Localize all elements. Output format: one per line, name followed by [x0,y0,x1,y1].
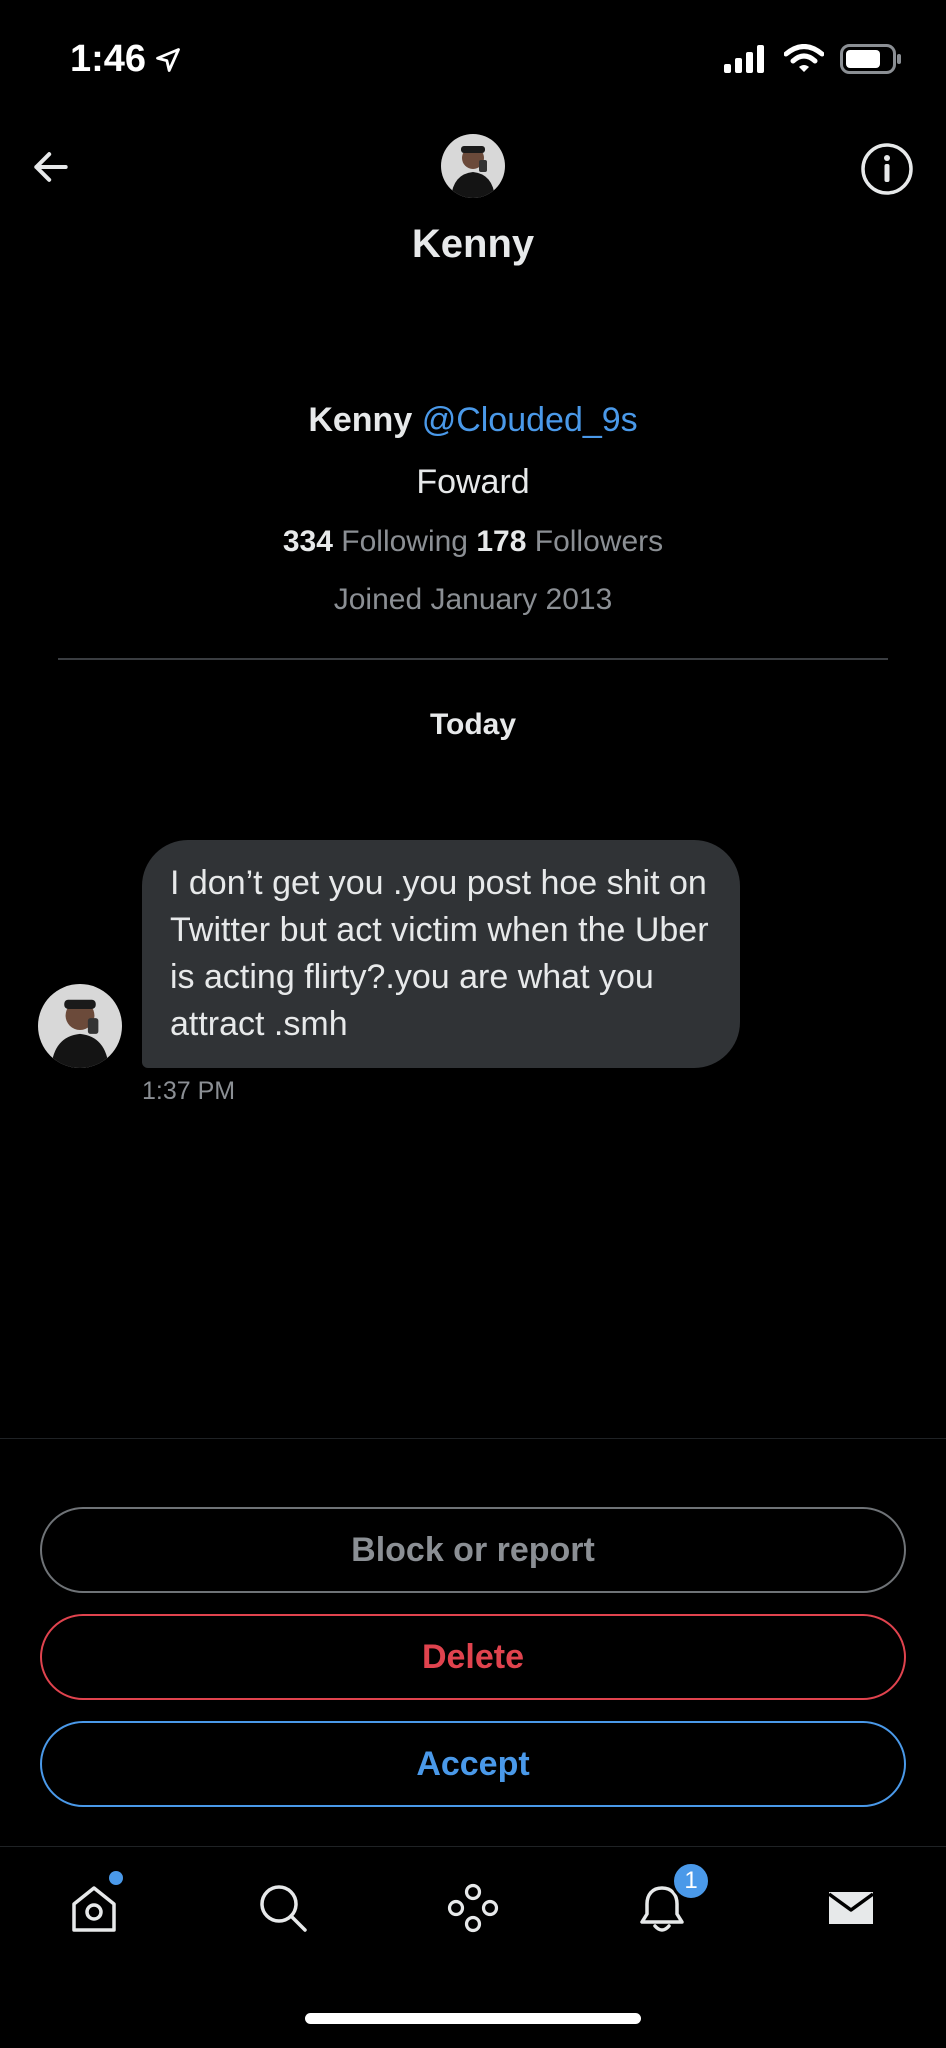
tab-messages[interactable] [816,1873,886,1943]
tab-search[interactable] [248,1873,318,1943]
tab-home[interactable] [59,1871,129,1943]
profile-joined-date: Joined January 2013 [333,583,613,616]
header-title: Kenny [411,222,535,266]
search-icon [260,1885,307,1932]
header-avatar[interactable] [441,134,505,198]
message-timestamp: 1:37 PM [142,1077,236,1105]
actions-divider [0,1438,946,1439]
home-indicator[interactable] [305,2013,641,2024]
cellular-signal-icon [724,45,764,73]
followers-count: 178 [476,525,527,558]
avatar-image [38,984,122,1068]
tab-notifications[interactable]: 1 [627,1861,711,1943]
profile-name: Kenny [308,401,413,439]
profile-handle-link[interactable]: @Clouded_9s [422,401,638,439]
accept-button[interactable]: Accept [40,1721,906,1807]
spaces-icon [447,1883,499,1933]
avatar-image [441,134,505,198]
status-time: 1:46 [70,38,182,81]
profile-stats: 334 Following 178 Followers [0,514,946,570]
profile-bio: Foward [416,463,530,501]
back-button[interactable] [24,140,78,194]
block-or-report-button[interactable]: Block or report [40,1507,906,1593]
status-indicators [724,44,902,74]
conversation-info-button[interactable] [858,140,916,198]
notifications-badge: 1 [671,1861,711,1901]
arrow-left-icon [34,152,68,182]
status-bar: 1:46 [0,0,946,120]
mail-icon [827,1892,875,1924]
delete-button[interactable]: Delete [40,1614,906,1700]
home-icon [72,1886,116,1932]
message-bubble[interactable]: I don’t get you .you post hoe shit on Tw… [142,840,740,1068]
info-circle-icon [861,143,913,195]
status-time-text: 1:46 [70,38,147,80]
profile-divider [58,658,888,660]
sender-avatar[interactable] [38,984,122,1068]
day-separator: Today [429,708,517,741]
conversation-header: Kenny [0,120,946,290]
following-label: Following [341,525,468,558]
followers-label: Followers [534,525,664,558]
wifi-icon [784,44,824,72]
tab-bar: 1 [0,1847,946,1967]
location-arrow-icon [156,47,180,72]
profile-name-line: Kenny @Clouded_9s [0,390,946,450]
battery-icon [840,44,901,74]
profile-summary: Kenny @Clouded_9s Foward 334 Following 1… [0,390,946,630]
tab-spaces[interactable] [438,1873,508,1943]
following-count: 334 [282,525,333,558]
home-new-content-dot [109,1871,123,1885]
